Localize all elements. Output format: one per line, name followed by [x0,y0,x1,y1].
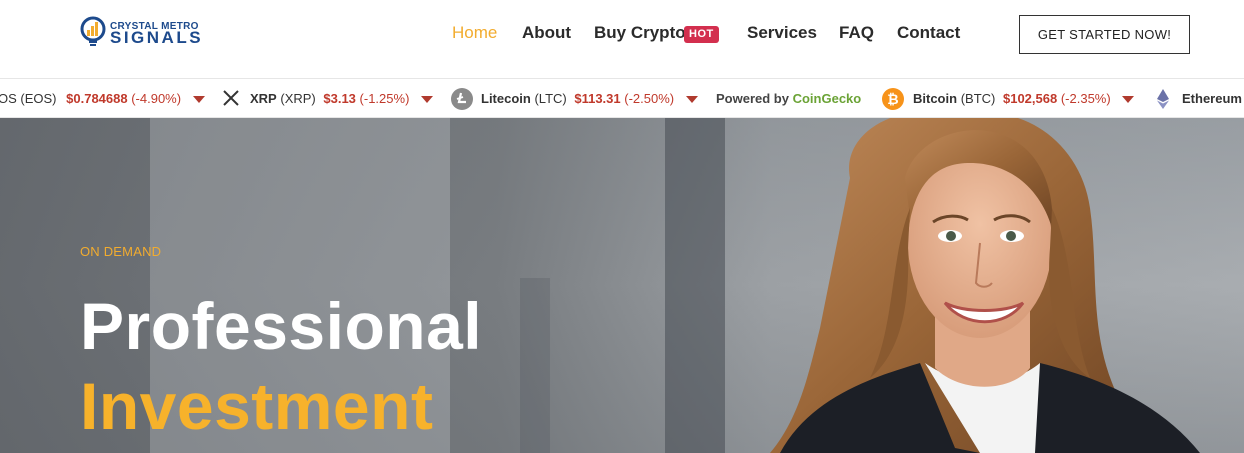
hero-title-line1: Professional [80,289,483,363]
hero-eyebrow: ON DEMAND [80,244,162,259]
nav-services[interactable]: Services [747,22,817,44]
nav-about[interactable]: About [522,22,571,44]
bitcoin-icon: ₿ [882,88,904,110]
crypto-price-ticker: OS (EOS) $0.784688 (-4.90%) XRP (XRP) $3… [0,78,1244,118]
down-arrow-icon [421,96,434,104]
nav-buy-crypto[interactable]: Buy Crypto [594,22,686,44]
logo-text-main: SIGNALS [110,28,204,47]
nav-home[interactable]: Home [452,22,497,44]
hot-badge: HOT [684,26,719,43]
powered-by-coingecko[interactable]: Powered by CoinGecko [716,79,861,117]
ticker-item-xrp[interactable]: XRP (XRP) $3.13 (-1.25%) [250,79,434,117]
ethereum-icon [1157,89,1169,109]
nav-contact[interactable]: Contact [897,22,960,44]
down-arrow-icon [192,96,205,104]
get-started-button[interactable]: GET STARTED NOW! [1019,15,1190,54]
hero-section: ON DEMAND Professional Investment [0,118,1244,453]
ticker-item-litecoin[interactable]: Litecoin (LTC) $113.31 (-2.50%) [481,79,698,117]
site-logo[interactable]: CRYSTAL METRO SIGNALS [80,16,230,52]
logo-bulb-icon [80,16,106,46]
ticker-item-bitcoin[interactable]: Bitcoin (BTC) $102,568 (-2.35%) [913,79,1135,117]
svg-text:₿: ₿ [887,91,898,107]
xrp-icon [223,90,239,106]
hero-woman-photo [770,118,1200,453]
litecoin-icon [451,88,473,110]
ticker-item-eos[interactable]: OS (EOS) $0.784688 (-4.90%) [0,79,205,117]
nav-faq[interactable]: FAQ [839,22,874,44]
ticker-item-ethereum[interactable]: Ethereum [1182,79,1242,117]
hero-title-line2: Investment [80,369,434,443]
down-arrow-icon [685,96,698,104]
down-arrow-icon [1122,96,1135,104]
site-header: CRYSTAL METRO SIGNALS Home About Buy Cry… [0,0,1244,78]
